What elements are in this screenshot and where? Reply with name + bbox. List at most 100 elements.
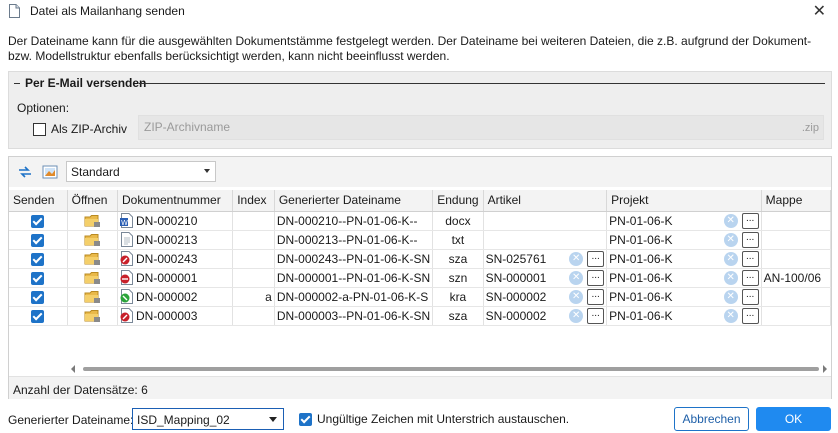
column-header[interactable]: Generierter Dateiname xyxy=(274,190,434,212)
artikel-cell[interactable]: SN-025761 ✕... xyxy=(483,249,608,269)
filename-cell[interactable]: DN-000001--PN-01-06-K-SN xyxy=(274,268,434,288)
projekt-clear-icon[interactable]: ✕ xyxy=(723,232,738,247)
send-checkbox[interactable] xyxy=(31,309,45,323)
column-header[interactable]: Senden xyxy=(9,190,68,212)
send-checkbox[interactable] xyxy=(31,271,45,285)
projekt-cell[interactable]: PN-01-06-K ✕... xyxy=(606,306,762,326)
projekt-browse-button[interactable]: ... xyxy=(741,307,759,324)
artikel-cell[interactable]: SN-000002 ✕... xyxy=(483,287,608,307)
open-folder-icon[interactable] xyxy=(84,309,101,323)
open-cell[interactable] xyxy=(67,211,119,231)
send-checkbox[interactable] xyxy=(31,233,45,247)
docnum-cell: DN-000213 xyxy=(117,230,234,250)
column-header[interactable]: Projekt xyxy=(606,190,762,212)
scroll-left-icon[interactable] xyxy=(71,365,75,373)
projekt-cell[interactable]: PN-01-06-K ✕... xyxy=(606,287,762,307)
mappe-cell[interactable] xyxy=(761,211,832,231)
artikel-clear-icon[interactable]: ✕ xyxy=(569,308,584,323)
projekt-clear-icon[interactable]: ✕ xyxy=(723,213,738,228)
table-row[interactable]: DN-000002 a DN-000002-a-PN-01-06-K-S kra SN-… xyxy=(9,287,832,307)
filename-cell[interactable]: DN-000003--PN-01-06-K-SN xyxy=(274,306,434,326)
zip-checkbox-box[interactable] xyxy=(33,122,46,136)
filename-cell[interactable]: DN-000002-a-PN-01-06-K-S xyxy=(274,287,434,307)
column-header[interactable]: Öffnen xyxy=(67,190,119,212)
send-cell[interactable] xyxy=(9,306,68,326)
projekt-browse-button[interactable]: ... xyxy=(741,212,759,229)
table-row[interactable]: DN-000243 DN-000243--PN-01-06-K-SN sza SN-0… xyxy=(9,249,832,269)
projekt-browse-button[interactable]: ... xyxy=(741,269,759,286)
send-checkbox[interactable] xyxy=(31,252,45,266)
filename-cell[interactable]: DN-000243--PN-01-06-K-SN xyxy=(274,249,434,269)
artikel-browse-button[interactable]: ... xyxy=(587,288,605,305)
close-button[interactable]: ✕ xyxy=(813,1,826,21)
view-select[interactable]: Standard xyxy=(66,161,216,182)
send-cell[interactable] xyxy=(9,230,68,250)
artikel-clear-icon[interactable]: ✕ xyxy=(569,251,584,266)
table-row[interactable]: W DN-000210 DN-000210--PN-01-06-K-- docx PN-… xyxy=(9,211,832,231)
column-header[interactable]: Artikel xyxy=(483,190,608,212)
artikel-clear-icon[interactable]: ✕ xyxy=(569,289,584,304)
replace-chars-checkbox-box[interactable] xyxy=(299,412,312,426)
artikel-browse-button[interactable]: ... xyxy=(587,307,605,324)
zip-checkbox[interactable]: Als ZIP-Archiv xyxy=(33,122,127,136)
mappe-cell[interactable]: AN-100/06 xyxy=(761,268,832,288)
image-preview-icon[interactable] xyxy=(42,164,58,180)
send-cell[interactable] xyxy=(9,287,68,307)
open-cell[interactable] xyxy=(67,230,119,250)
zip-name-input[interactable]: ZIP-Archivname .zip xyxy=(138,115,824,140)
mappe-cell[interactable] xyxy=(761,287,832,307)
artikel-cell[interactable] xyxy=(483,211,608,231)
send-cell[interactable] xyxy=(9,249,68,269)
column-header[interactable]: Mappe xyxy=(761,190,832,212)
table-row[interactable]: DN-000001 DN-000001--PN-01-06-K-SN szn SN-0… xyxy=(9,268,832,288)
projekt-clear-icon[interactable]: ✕ xyxy=(723,251,738,266)
artikel-browse-button[interactable]: ... xyxy=(587,250,605,267)
projekt-cell[interactable]: PN-01-06-K ✕... xyxy=(606,268,762,288)
column-header[interactable]: Index xyxy=(232,190,275,212)
send-cell[interactable] xyxy=(9,268,68,288)
column-header[interactable]: Endung xyxy=(432,190,484,212)
filename-cell[interactable]: DN-000213--PN-01-06-K-- xyxy=(274,230,434,250)
filename-combo[interactable]: ISD_Mapping_02 xyxy=(132,408,284,430)
send-cell[interactable] xyxy=(9,211,68,231)
projekt-clear-icon[interactable]: ✕ xyxy=(723,289,738,304)
open-folder-icon[interactable] xyxy=(84,214,101,228)
open-folder-icon[interactable] xyxy=(84,233,101,247)
artikel-clear-icon[interactable]: ✕ xyxy=(569,270,584,285)
projekt-browse-button[interactable]: ... xyxy=(741,231,759,248)
replace-chars-checkbox[interactable]: Ungültige Zeichen mit Unterstrich austau… xyxy=(299,412,569,426)
scroll-right-icon[interactable] xyxy=(823,365,827,373)
artikel-cell[interactable]: SN-000002 ✕... xyxy=(483,306,608,326)
projekt-browse-button[interactable]: ... xyxy=(741,250,759,267)
send-checkbox[interactable] xyxy=(31,214,45,228)
projekt-browse-button[interactable]: ... xyxy=(741,288,759,305)
mappe-cell[interactable] xyxy=(761,306,832,326)
projekt-clear-icon[interactable]: ✕ xyxy=(723,308,738,323)
open-folder-icon[interactable] xyxy=(84,252,101,266)
open-cell[interactable] xyxy=(67,287,119,307)
artikel-browse-button[interactable]: ... xyxy=(587,269,605,286)
send-checkbox[interactable] xyxy=(31,290,45,304)
artikel-cell[interactable] xyxy=(483,230,608,250)
open-cell[interactable] xyxy=(67,306,119,326)
filename-cell[interactable]: DN-000210--PN-01-06-K-- xyxy=(274,211,434,231)
horizontal-scrollbar[interactable] xyxy=(83,367,819,371)
column-header[interactable]: Dokumentnummer xyxy=(117,190,234,212)
projekt-clear-icon[interactable]: ✕ xyxy=(723,270,738,285)
projekt-cell[interactable]: PN-01-06-K ✕... xyxy=(606,249,762,269)
open-cell[interactable] xyxy=(67,249,119,269)
open-folder-icon[interactable] xyxy=(84,271,101,285)
open-folder-icon[interactable] xyxy=(84,290,101,304)
mappe-cell[interactable] xyxy=(761,249,832,269)
projekt-cell[interactable]: PN-01-06-K ✕... xyxy=(606,230,762,250)
mappe-cell[interactable] xyxy=(761,230,832,250)
projekt-cell[interactable]: PN-01-06-K ✕... xyxy=(606,211,762,231)
refresh-arrows-icon[interactable] xyxy=(17,164,33,180)
table-row[interactable]: DN-000213 DN-000213--PN-01-06-K-- txt PN-01… xyxy=(9,230,832,250)
projekt-text: PN-01-06-K xyxy=(609,213,673,228)
cancel-button[interactable]: Abbrechen xyxy=(674,407,749,431)
table-row[interactable]: DN-000003 DN-000003--PN-01-06-K-SN sza SN-0… xyxy=(9,306,832,326)
ok-button[interactable]: OK xyxy=(756,407,831,431)
open-cell[interactable] xyxy=(67,268,119,288)
artikel-cell[interactable]: SN-000001 ✕... xyxy=(483,268,608,288)
